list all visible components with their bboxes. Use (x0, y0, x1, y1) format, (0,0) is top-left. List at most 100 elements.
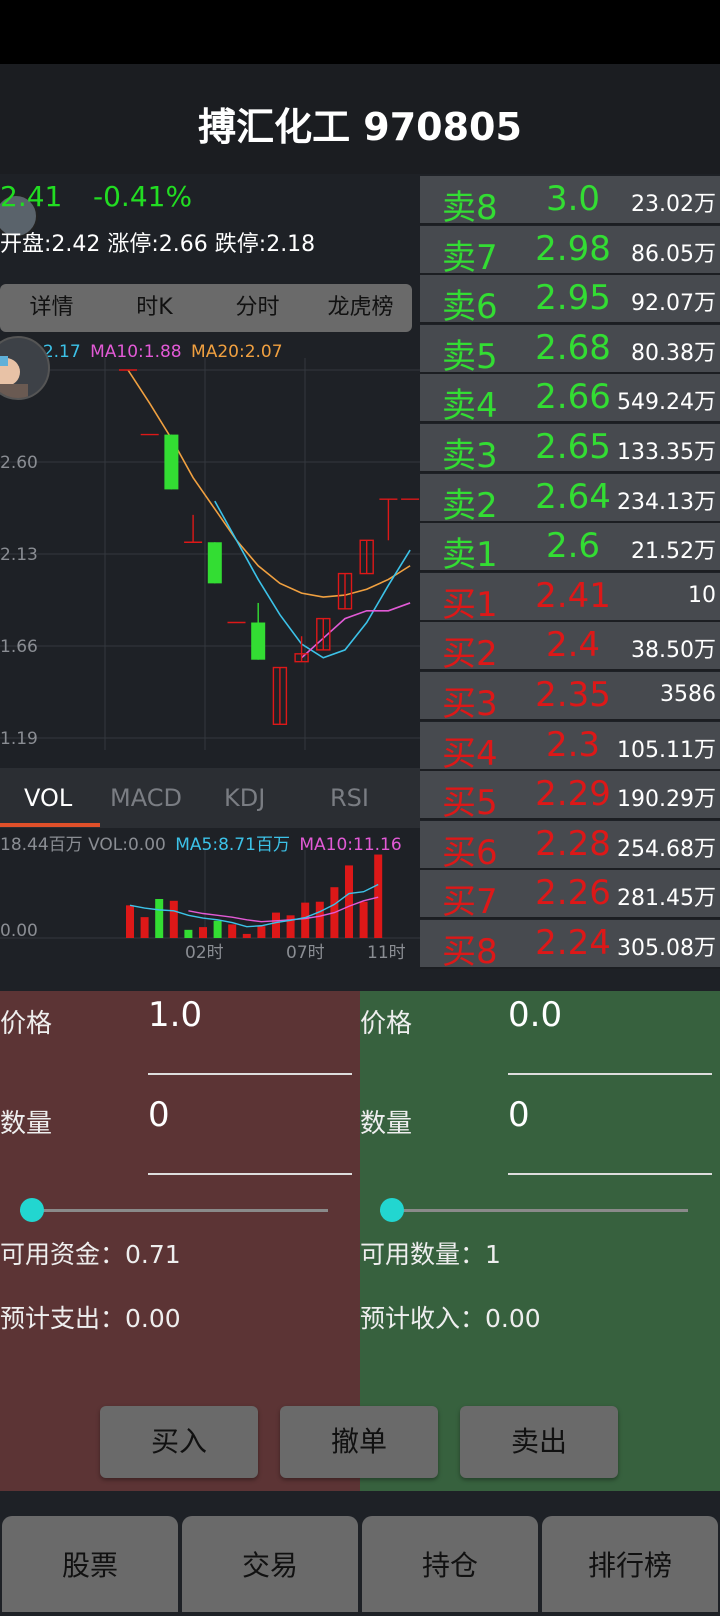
sell-price-underline (508, 1073, 712, 1075)
volume-bar (126, 905, 134, 938)
sell-level-volume: 234.13万 (617, 489, 716, 515)
volume-bar (257, 926, 266, 938)
nav-holdings[interactable]: 持仓 (362, 1516, 538, 1612)
vol-y-tick: 0.00 (0, 921, 38, 941)
tab-rsi[interactable]: RSI (330, 768, 369, 828)
sell-level-price: 2.66 (535, 377, 611, 418)
nav-stocks[interactable]: 股票 (2, 1516, 178, 1612)
buy-button[interactable]: 买入 (100, 1406, 258, 1478)
sell-level-price: 2.6 (545, 526, 601, 567)
volume-bar (286, 915, 295, 938)
sell-slider-thumb[interactable] (380, 1198, 404, 1222)
page-title: 搏汇化工 970805 (198, 105, 522, 149)
buy-order-row[interactable]: 买7 2.26 281.45万 (420, 870, 720, 922)
sell-order-row[interactable]: 卖2 2.64 234.13万 (420, 473, 720, 526)
buy-price-input[interactable]: 1.0 (148, 995, 202, 1035)
sell-order-row[interactable]: 卖7 2.98 86.05万 (420, 225, 720, 278)
sell-order-row[interactable]: 卖3 2.65 133.35万 (420, 424, 720, 476)
tab-details[interactable]: 详情 (0, 284, 103, 332)
buy-order-row[interactable]: 买2 2.4 38.50万 (420, 622, 720, 674)
buy-level-price: 2.4 (545, 625, 601, 666)
buy-qty-label: 数量 (0, 1109, 53, 1139)
sell-qty-label: 数量 (360, 1109, 413, 1139)
buy-level-label: 买2 (442, 634, 498, 675)
active-tab-underline (0, 823, 100, 827)
estimated-expense: 预计支出：0.00 (0, 1304, 181, 1333)
buy-slider-track[interactable] (20, 1209, 328, 1212)
sell-level-price: 2.64 (535, 476, 611, 517)
buy-level-volume: 38.50万 (631, 638, 716, 664)
buy-level-label: 买3 (442, 684, 498, 724)
buy-level-label: 买6 (442, 832, 498, 873)
buy-level-price: 2.28 (535, 823, 611, 864)
sell-level-label: 卖3 (442, 436, 498, 476)
sell-level-volume: 21.52万 (631, 539, 716, 565)
sell-level-volume: 133.35万 (617, 440, 716, 465)
order-book: 卖8 3.0 23.02万 卖7 2.98 86.05万 卖6 2.95 92.07万 卖5 2.6… (420, 176, 720, 991)
sell-price-input[interactable]: 0.0 (508, 995, 562, 1035)
sell-level-volume: 549.24万 (617, 390, 716, 416)
available-quantity: 可用数量：1 (360, 1240, 501, 1269)
sell-order-row[interactable]: 卖6 2.95 92.07万 (420, 275, 720, 327)
y-tick-label: 1.66 (0, 637, 38, 657)
status-bar (0, 0, 720, 64)
sell-level-label: 卖2 (442, 485, 498, 526)
volume-bar (374, 854, 383, 938)
nav-rankings[interactable]: 排行榜 (542, 1516, 718, 1612)
volume-bar (155, 898, 164, 938)
sell-level-price: 2.95 (535, 278, 611, 319)
sell-order-row[interactable]: 卖4 2.66 549.24万 (420, 374, 720, 426)
buy-order-row[interactable]: 买1 2.41 10 (420, 572, 720, 625)
buy-order-row[interactable]: 买4 2.3 105.11万 (420, 721, 720, 774)
tab-macd[interactable]: MACD (110, 768, 182, 828)
buy-level-volume: 10 (688, 582, 716, 608)
buy-level-label: 买5 (442, 783, 498, 824)
tab-dragon-tiger[interactable]: 龙虎榜 (309, 284, 412, 332)
sell-button[interactable]: 卖出 (460, 1406, 618, 1478)
sell-order-row[interactable]: 卖5 2.68 80.38万 (420, 324, 720, 377)
buy-level-price: 2.41 (535, 575, 611, 616)
cancel-order-button[interactable]: 撤单 (280, 1406, 438, 1478)
sell-order-row[interactable]: 卖8 3.0 23.02万 (420, 176, 720, 228)
sell-level-volume: 86.05万 (631, 241, 716, 267)
buy-qty-input[interactable]: 0 (148, 1095, 170, 1135)
buy-level-price: 2.3 (545, 724, 601, 765)
tab-kdj[interactable]: KDJ (224, 768, 265, 828)
buy-price-underline (148, 1073, 352, 1075)
buy-qty-underline (148, 1173, 352, 1175)
kline-chart: 3.072.602.131.661.19 (0, 358, 420, 750)
buy-order-row[interactable]: 买5 2.29 190.29万 (420, 771, 720, 823)
sell-slider-track[interactable] (380, 1209, 688, 1212)
x-tick-label: 11时 (367, 943, 406, 963)
tab-vol[interactable]: VOL (24, 768, 72, 828)
sell-qty-underline (508, 1173, 712, 1175)
sell-level-label: 卖8 (442, 188, 498, 228)
sell-level-label: 卖1 (442, 535, 498, 576)
buy-level-label: 买4 (442, 733, 498, 774)
sell-qty-input[interactable]: 0 (508, 1095, 530, 1135)
volume-bar (242, 933, 251, 938)
sell-level-volume: 23.02万 (631, 192, 716, 217)
buy-level-price: 2.35 (535, 675, 611, 715)
volume-bar (315, 901, 324, 938)
tab-hourly-k[interactable]: 时K (103, 284, 206, 332)
candle-body (251, 622, 266, 660)
volume-bar (359, 901, 368, 938)
y-tick-label: 2.13 (0, 545, 38, 565)
y-tick-label: 1.19 (0, 729, 38, 749)
quote-summary: 开盘:2.42 涨停:2.66 跌停:2.18 (0, 232, 316, 257)
buy-level-label: 买8 (442, 932, 498, 972)
nav-trade[interactable]: 交易 (182, 1516, 358, 1612)
buy-order-row[interactable]: 买6 2.28 254.68万 (420, 820, 720, 873)
change-percent: -0.41% (93, 180, 193, 213)
volume-bar (199, 927, 207, 938)
tab-intraday[interactable]: 分时 (206, 284, 309, 332)
buy-slider-thumb[interactable] (20, 1198, 44, 1222)
buy-level-price: 2.26 (535, 873, 611, 914)
buy-level-volume: 190.29万 (617, 787, 716, 813)
buy-order-row[interactable]: 买3 2.35 3586 (420, 672, 720, 724)
buy-level-volume: 305.08万 (617, 936, 716, 961)
buy-order-row[interactable]: 买8 2.24 305.08万 (420, 920, 720, 972)
sell-order-row[interactable]: 卖1 2.6 21.52万 (420, 523, 720, 575)
sell-level-volume: 92.07万 (631, 291, 716, 317)
